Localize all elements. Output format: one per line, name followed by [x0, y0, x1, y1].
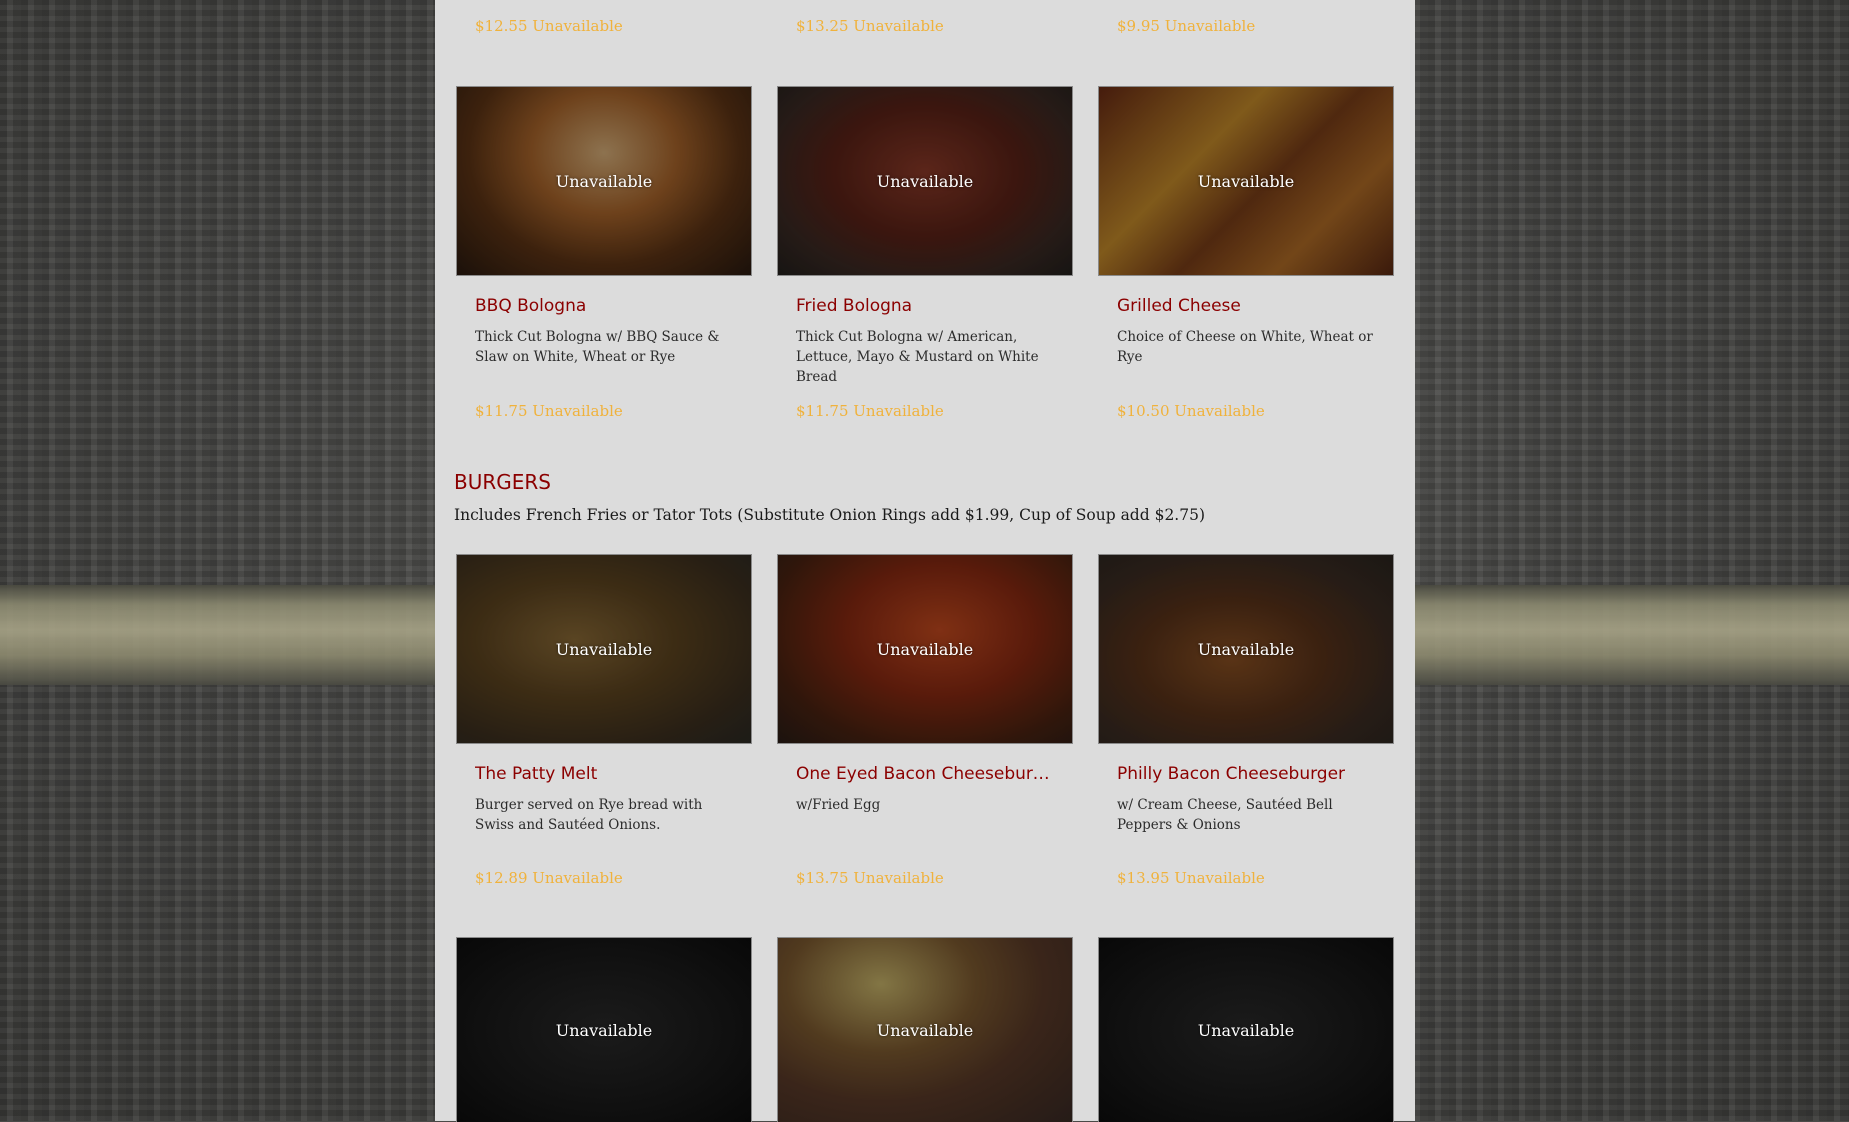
- menu-item-price: $13.25 Unavailable: [796, 17, 944, 35]
- menu-item-title[interactable]: One Eyed Bacon Cheeseburg...: [796, 764, 1056, 784]
- menu-item-price: $12.89 Unavailable: [475, 869, 623, 887]
- menu-item-price: $9.95 Unavailable: [1117, 17, 1256, 35]
- unavailable-label: Unavailable: [1197, 171, 1295, 191]
- menu-item-price: $10.50 Unavailable: [1117, 402, 1265, 420]
- menu-item-title[interactable]: Grilled Cheese: [1117, 296, 1377, 316]
- menu-item-description: Burger served on Rye bread with Swiss an…: [475, 797, 703, 833]
- section-title-burgers: BURGERS: [454, 470, 551, 494]
- menu-item-image[interactable]: Unavailable: [1098, 86, 1394, 276]
- menu-item-image[interactable]: Unavailable: [1098, 554, 1394, 744]
- unavailable-label: Unavailable: [876, 639, 974, 659]
- menu-item-title[interactable]: Fried Bologna: [796, 296, 1056, 316]
- menu-item-description: Choice of Cheese on White, Wheat or Rye: [1117, 329, 1373, 365]
- menu-item-title[interactable]: Philly Bacon Cheeseburger: [1117, 764, 1377, 784]
- menu-item-image[interactable]: Unavailable: [777, 937, 1073, 1122]
- menu-item-image[interactable]: Unavailable: [1098, 937, 1394, 1122]
- menu-item-image[interactable]: Unavailable: [456, 86, 752, 276]
- menu-item-image[interactable]: Unavailable: [777, 86, 1073, 276]
- unavailable-label: Unavailable: [1197, 639, 1295, 659]
- menu-item-image[interactable]: Unavailable: [456, 554, 752, 744]
- menu-item-description: Thick Cut Bologna w/ American, Lettuce, …: [796, 329, 1039, 385]
- unavailable-label: Unavailable: [555, 639, 653, 659]
- menu-item-image[interactable]: Unavailable: [456, 937, 752, 1122]
- menu-item-description: w/Fried Egg: [796, 797, 881, 813]
- menu-item-description: w/ Cream Cheese, Sautéed Bell Peppers & …: [1117, 797, 1333, 833]
- menu-item-title[interactable]: The Patty Melt: [475, 764, 735, 784]
- menu-item-price: $12.55 Unavailable: [475, 17, 623, 35]
- section-description: Includes French Fries or Tator Tots (Sub…: [454, 506, 1206, 524]
- menu-item-description: Thick Cut Bologna w/ BBQ Sauce & Slaw on…: [475, 329, 720, 365]
- menu-item-price: $13.95 Unavailable: [1117, 869, 1265, 887]
- unavailable-label: Unavailable: [555, 171, 653, 191]
- unavailable-label: Unavailable: [876, 1020, 974, 1040]
- unavailable-label: Unavailable: [1197, 1020, 1295, 1040]
- menu-item-title[interactable]: BBQ Bologna: [475, 296, 735, 316]
- unavailable-label: Unavailable: [555, 1020, 653, 1040]
- menu-item-price: $11.75 Unavailable: [796, 402, 944, 420]
- menu-item-price: $11.75 Unavailable: [475, 402, 623, 420]
- unavailable-label: Unavailable: [876, 171, 974, 191]
- menu-item-image[interactable]: Unavailable: [777, 554, 1073, 744]
- menu-item-price: $13.75 Unavailable: [796, 869, 944, 887]
